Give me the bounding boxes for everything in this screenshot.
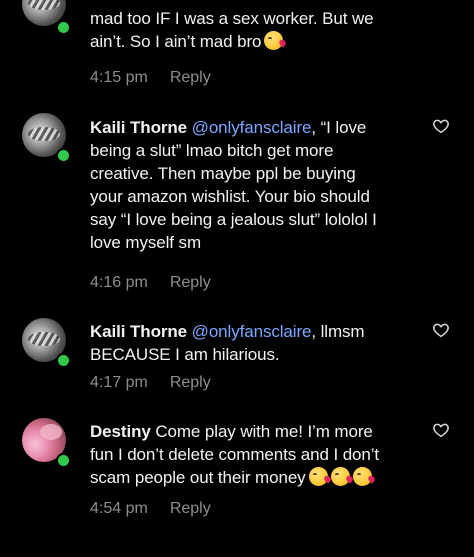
reply-button[interactable]: Reply xyxy=(170,374,211,391)
kissing-heart-emoji-icon xyxy=(352,467,372,486)
comment-line: scam people out their money xyxy=(90,466,420,489)
comment-line: Destiny Come play with me! I’m more xyxy=(90,420,420,443)
comment-line-text: , “I love xyxy=(311,118,367,137)
comment-line: Kaili Thorne @onlyfansclaire, “I love xyxy=(90,116,420,139)
timestamp: 4:16 pm xyxy=(90,274,148,291)
kissing-heart-emoji-icon xyxy=(330,467,350,486)
comment-line-text: ain’t. So I ain’t mad bro xyxy=(90,32,262,51)
kissing-heart-emoji-icon xyxy=(264,31,284,50)
online-indicator xyxy=(56,453,71,468)
online-indicator xyxy=(56,20,71,35)
comment-line-text: scam people out their money xyxy=(90,468,306,487)
comment-line-text: Come play with me! I’m more xyxy=(150,422,373,441)
comment-line: ain’t. So I ain’t mad bro xyxy=(90,30,420,53)
online-indicator xyxy=(56,148,71,163)
comment-line: love myself sm xyxy=(90,233,202,252)
comment-meta: 4:15 pm Reply xyxy=(90,68,211,88)
comment-text: Kaili Thorne @onlyfansclaire, “I love be… xyxy=(90,116,420,254)
heart-icon[interactable] xyxy=(432,421,450,439)
comment-author[interactable]: Kaili Thorne xyxy=(90,118,187,137)
comment-line: say “I love being a jealous slut” lololo… xyxy=(90,210,377,229)
comment-meta: 4:17 pm Reply xyxy=(90,373,211,393)
comment-meta: 4:16 pm Reply xyxy=(90,273,211,293)
reply-button[interactable]: Reply xyxy=(170,69,211,86)
comment-line-text: , llmsm xyxy=(311,322,365,341)
kissing-heart-emoji-icon xyxy=(308,467,328,486)
online-indicator xyxy=(56,353,71,368)
reply-button[interactable]: Reply xyxy=(170,274,211,291)
mention-link[interactable]: @onlyfansclaire xyxy=(192,322,312,341)
comment-line: BECAUSE I am hilarious. xyxy=(90,345,280,364)
comment-line: fun I don’t delete comments and I don’t xyxy=(90,445,380,464)
comment-meta: 4:54 pm Reply xyxy=(90,499,211,519)
comment-line: Kaili Thorne @onlyfansclaire, llmsm xyxy=(90,320,420,343)
comment-text: mad too IF I was a sex worker. But we ai… xyxy=(90,7,420,53)
comment-text: Kaili Thorne @onlyfansclaire, llmsm BECA… xyxy=(90,320,420,366)
comment-author[interactable]: Kaili Thorne xyxy=(90,322,187,341)
reply-button[interactable]: Reply xyxy=(170,500,211,517)
heart-icon[interactable] xyxy=(432,117,450,135)
comment-line: mad too IF I was a sex worker. But we xyxy=(90,9,374,28)
comment-author[interactable]: Destiny xyxy=(90,422,151,441)
timestamp: 4:54 pm xyxy=(90,500,148,517)
comment-line: creative. Then maybe ppl be buying xyxy=(90,164,356,183)
timestamp: 4:15 pm xyxy=(90,69,148,86)
heart-icon[interactable] xyxy=(432,321,450,339)
timestamp: 4:17 pm xyxy=(90,374,148,391)
comment-line: being a slut” lmao bitch get more xyxy=(90,141,334,160)
comment-line: your amazon wishlist. Your bio should xyxy=(90,187,370,206)
comment-text: Destiny Come play with me! I’m more fun … xyxy=(90,420,420,489)
mention-link[interactable]: @onlyfansclaire xyxy=(192,118,312,137)
